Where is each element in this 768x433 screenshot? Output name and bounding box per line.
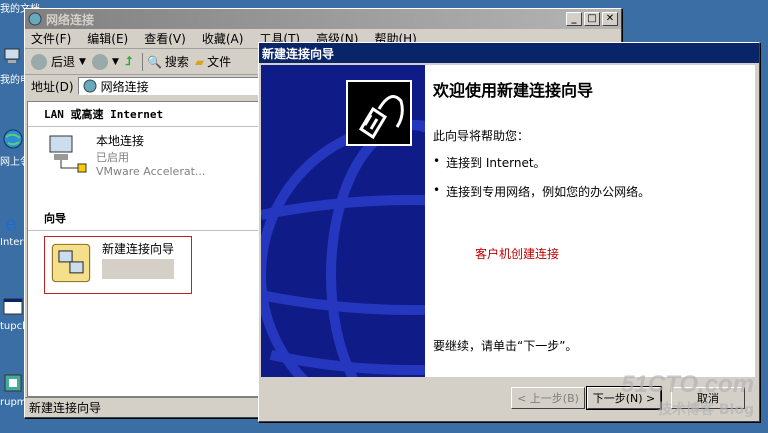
wizard-title: 新建连接向导 bbox=[262, 46, 335, 61]
local-connection-name: 本地连接 bbox=[96, 134, 145, 148]
back-dropdown-icon[interactable]: ▼ bbox=[79, 57, 86, 67]
address-value: 网络连接 bbox=[100, 79, 149, 94]
new-connection-wizard-dialog: 新建连接向导 欢迎使用新建连接向导 此向导将帮助您： • 连接到 Interne… bbox=[258, 42, 760, 422]
up-folder-button[interactable]: ⮥ bbox=[125, 54, 132, 69]
search-icon: 🔍 bbox=[146, 54, 162, 69]
network-adapter-icon bbox=[49, 135, 87, 173]
network-icon bbox=[4, 48, 20, 63]
new-connection-wizard-item[interactable]: 新建连接向导 bbox=[44, 236, 192, 294]
globe-watermark-icon bbox=[261, 80, 425, 377]
wizard-heading: 欢迎使用新建连接向导 bbox=[433, 81, 594, 100]
wizard-titlebar[interactable]: 新建连接向导 bbox=[259, 43, 759, 63]
back-step-button[interactable]: < 上一步(B) bbox=[511, 387, 585, 409]
wizard-item-label: 新建连接向导 bbox=[102, 242, 175, 256]
local-connection-item[interactable]: 本地连接 已启用 VMware Accelerat... bbox=[46, 132, 205, 178]
wizard-continue-hint: 要继续，请单击“下一步”。 bbox=[433, 339, 578, 353]
up-arrow-icon: ⮥ bbox=[124, 54, 132, 68]
explorer-title: 网络连接 bbox=[46, 12, 95, 27]
folders-button[interactable]: ▰ 文件 bbox=[195, 53, 231, 70]
wizard-banner bbox=[261, 65, 425, 377]
desktop-window-shortcut[interactable]: tupcl bbox=[0, 296, 26, 332]
search-button[interactable]: 🔍 搜索 bbox=[147, 53, 189, 70]
folder-icon: ▰ bbox=[194, 54, 205, 69]
address-label: 地址(D) bbox=[31, 79, 74, 94]
minimize-button[interactable]: _ bbox=[566, 12, 582, 26]
close-button[interactable]: ✕ bbox=[602, 12, 618, 26]
forward-button[interactable]: ▼ bbox=[91, 53, 119, 70]
menu-file[interactable]: 文件(F) bbox=[31, 30, 71, 47]
back-arrow-icon bbox=[31, 53, 47, 70]
wizard-item-highlight bbox=[102, 259, 174, 279]
forward-dropdown-icon[interactable]: ▼ bbox=[112, 57, 119, 67]
wizard-content: 欢迎使用新建连接向导 此向导将帮助您： • 连接到 Internet。 • 连接… bbox=[425, 65, 755, 377]
local-connection-text: 本地连接 已启用 VMware Accelerat... bbox=[96, 132, 205, 178]
desktop-app-shortcut[interactable]: rupma bbox=[0, 372, 26, 408]
local-connection-status: 已启用 bbox=[96, 151, 129, 164]
window-icon bbox=[3, 298, 23, 315]
toolbar-separator bbox=[141, 52, 143, 71]
wizard-bullet-private: • 连接到专用网络，例如您的办公网络。 bbox=[433, 183, 651, 199]
wizard-icon bbox=[51, 243, 91, 283]
status-text: 新建连接向导 bbox=[29, 401, 102, 415]
forward-arrow-icon bbox=[91, 53, 108, 70]
desktop-my-computer[interactable]: 我的电 bbox=[0, 46, 26, 86]
wizard-bullet-internet: • 连接到 Internet。 bbox=[433, 154, 546, 170]
explorer-titlebar[interactable]: 网络连接 _ □ ✕ bbox=[25, 9, 621, 29]
wizard-intro: 此向导将帮助您： bbox=[433, 129, 530, 143]
wizard-buttons: < 上一步(B) 下一步(N) > 取消 bbox=[511, 386, 747, 410]
local-connection-device: VMware Accelerat... bbox=[96, 165, 206, 178]
network-folder-icon bbox=[28, 12, 42, 26]
app-icon bbox=[4, 374, 22, 392]
back-button[interactable]: 后退 ▼ bbox=[31, 53, 86, 70]
cancel-button[interactable]: 取消 bbox=[671, 387, 745, 409]
menu-view[interactable]: 查看(V) bbox=[144, 30, 186, 47]
svg-text:e: e bbox=[5, 212, 17, 234]
menu-edit[interactable]: 编辑(E) bbox=[87, 30, 128, 47]
network-folder-icon bbox=[83, 79, 97, 93]
annotation-text: 客户机创建连接 bbox=[475, 247, 560, 261]
next-step-button[interactable]: 下一步(N) > bbox=[586, 386, 662, 410]
desktop-internet-explorer[interactable]: e Intern Explo bbox=[0, 211, 26, 249]
ie-icon: e bbox=[5, 211, 17, 235]
maximize-button[interactable]: □ bbox=[584, 12, 600, 26]
menu-favorites[interactable]: 收藏(A) bbox=[202, 30, 244, 47]
globe-icon bbox=[3, 129, 23, 149]
desktop-network-places[interactable]: 网上邻 bbox=[0, 128, 26, 168]
